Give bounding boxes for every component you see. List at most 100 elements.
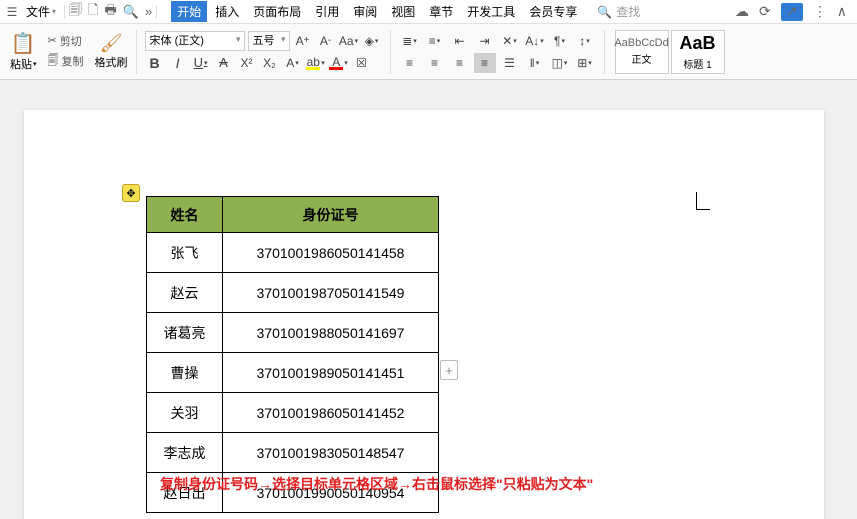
sync-icon[interactable]: ⟳ [759, 3, 771, 20]
tab-developer[interactable]: 开发工具 [461, 1, 521, 22]
file-menu[interactable]: 文件 ▾ [22, 3, 60, 20]
tab-member[interactable]: 会员专享 [523, 1, 583, 22]
new-icon[interactable]: 🗋 [88, 1, 98, 23]
font-color-button[interactable]: A [329, 53, 349, 73]
divider [390, 30, 391, 74]
font-group: 宋体 (正文) 五号 A+ A- Aa ◈ B I U A X² X₂ A ab… [141, 31, 386, 73]
brush-icon: 🖌 [100, 33, 123, 54]
underline-button[interactable]: U [191, 53, 211, 73]
grow-font-button[interactable]: A+ [293, 31, 313, 51]
divider [156, 5, 157, 19]
char-border-button[interactable]: ☒ [352, 53, 372, 73]
save-icon[interactable]: 🗐 [69, 1, 82, 23]
header-name[interactable]: 姓名 [147, 197, 223, 233]
tab-view[interactable]: 视图 [385, 1, 421, 22]
document-area: ✥ 姓名 身份证号 张飞3701001986050141458 赵云370100… [0, 80, 857, 519]
copy-button[interactable]: 🗐复制 [45, 51, 87, 72]
add-column-button[interactable]: + [440, 360, 458, 380]
file-menu-label: 文件 [26, 3, 50, 20]
cell-name[interactable]: 曹操 [147, 353, 223, 393]
bullet-list-button[interactable]: ≣ [399, 31, 421, 51]
header-id[interactable]: 身份证号 [223, 197, 439, 233]
tab-references[interactable]: 引用 [309, 1, 345, 22]
borders-button[interactable]: ⊞ [574, 53, 596, 73]
clear-format-button[interactable]: ◈ [362, 31, 382, 51]
tab-review[interactable]: 审阅 [347, 1, 383, 22]
text-direction-button[interactable]: ‖ [524, 53, 546, 73]
hamburger-icon[interactable]: ☰ [4, 4, 20, 20]
cell-id[interactable]: 3701001986050141458 [223, 233, 439, 273]
line-spacing-button[interactable]: ↕ [574, 31, 596, 51]
increase-indent-button[interactable]: ⇥ [474, 31, 496, 51]
text-effects-button[interactable]: A [283, 53, 303, 73]
cloud-icon[interactable]: ☁ [735, 3, 749, 20]
align-distribute-button[interactable]: ☰ [499, 53, 521, 73]
cell-name[interactable]: 张飞 [147, 233, 223, 273]
cell-id[interactable]: 3701001983050148547 [223, 433, 439, 473]
table-row: 李志成3701001983050148547 [147, 433, 439, 473]
quick-access-toolbar: 🗐 🗋 🖶 🔍 » [69, 1, 152, 23]
document-table[interactable]: 姓名 身份证号 张飞3701001986050141458 赵云37010019… [146, 196, 439, 513]
page[interactable]: ✥ 姓名 身份证号 张飞3701001986050141458 赵云370100… [24, 110, 824, 519]
scissors-icon: ✂ [48, 34, 57, 47]
sort-button[interactable]: A↓ [524, 31, 546, 51]
table-row: 曹操3701001989050141451 [147, 353, 439, 393]
cell-id[interactable]: 3701001987050141549 [223, 273, 439, 313]
divider [64, 5, 65, 19]
align-justify-button[interactable]: ≡ [474, 53, 496, 73]
table-row: 关羽3701001986050141452 [147, 393, 439, 433]
decrease-indent-button[interactable]: ⇤ [449, 31, 471, 51]
cell-name[interactable]: 诸葛亮 [147, 313, 223, 353]
search-box[interactable]: 🔍 查找 [597, 3, 640, 20]
shading-button[interactable]: ◫ [549, 53, 571, 73]
cut-button[interactable]: ✂剪切 [45, 32, 87, 50]
superscript-button[interactable]: X² [237, 53, 257, 73]
cell-name[interactable]: 赵云 [147, 273, 223, 313]
print-icon[interactable]: 🖶 [104, 1, 116, 23]
italic-button[interactable]: I [168, 53, 188, 73]
cell-id[interactable]: 3701001986050141452 [223, 393, 439, 433]
divider [136, 30, 137, 74]
settings-icon[interactable]: ⋮ [813, 3, 827, 20]
cell-name[interactable]: 关羽 [147, 393, 223, 433]
style-heading1[interactable]: AaB 标题 1 [671, 30, 725, 74]
font-name-select[interactable]: 宋体 (正文) [145, 31, 245, 51]
collapse-icon[interactable]: ∧ [837, 3, 847, 20]
number-list-button[interactable]: ≡ [424, 31, 446, 51]
paste-button[interactable]: 📋 粘贴▾ [6, 29, 41, 74]
subscript-button[interactable]: X₂ [260, 53, 280, 73]
bold-button[interactable]: B [145, 53, 165, 73]
highlight-button[interactable]: ab [306, 53, 326, 73]
text-cursor [696, 192, 710, 210]
paragraph-group: ≣ ≡ ⇤ ⇥ ✕ A↓ ¶ ↕ ≡ ≡ ≡ ≡ ☰ ‖ ◫ ⊞ [395, 31, 600, 73]
font-size-select[interactable]: 五号 [248, 31, 290, 51]
shrink-font-button[interactable]: A- [316, 31, 336, 51]
top-menu-bar: ☰ 文件 ▾ 🗐 🗋 🖶 🔍 » 开始 插入 页面布局 引用 审阅 视图 章节 … [0, 0, 857, 24]
cell-id[interactable]: 3701001988050141697 [223, 313, 439, 353]
tab-insert[interactable]: 插入 [209, 1, 245, 22]
align-center-button[interactable]: ≡ [424, 53, 446, 73]
change-case-button[interactable]: Aa [339, 31, 359, 51]
tab-chapter[interactable]: 章节 [423, 1, 459, 22]
align-left-button[interactable]: ≡ [399, 53, 421, 73]
tab-page-layout[interactable]: 页面布局 [247, 1, 307, 22]
style-normal[interactable]: AaBbCcDd 正文 [615, 30, 669, 74]
preview-icon[interactable]: 🔍 [123, 4, 139, 20]
cell-name[interactable]: 李志成 [147, 433, 223, 473]
share-button[interactable]: ↗ [781, 3, 803, 21]
divider [604, 30, 605, 74]
strikethrough-button[interactable]: A [214, 53, 234, 73]
tab-start[interactable]: 开始 [171, 1, 207, 22]
cell-id[interactable]: 3701001989050141451 [223, 353, 439, 393]
format-painter-button[interactable]: 🖌 格式刷 [91, 31, 132, 72]
table-move-handle[interactable]: ✥ [122, 184, 140, 202]
topbar-right: ☁ ⟳ ↗ ⋮ ∧ [735, 3, 853, 21]
clipboard-group: ✂剪切 🗐复制 [45, 32, 87, 72]
style-gallery: AaBbCcDd 正文 AaB 标题 1 [615, 30, 725, 74]
spacing-button[interactable]: ✕ [499, 31, 521, 51]
table-row: 诸葛亮3701001988050141697 [147, 313, 439, 353]
search-label: 查找 [616, 3, 640, 20]
align-right-button[interactable]: ≡ [449, 53, 471, 73]
show-marks-button[interactable]: ¶ [549, 31, 571, 51]
more-icon[interactable]: » [145, 4, 152, 19]
